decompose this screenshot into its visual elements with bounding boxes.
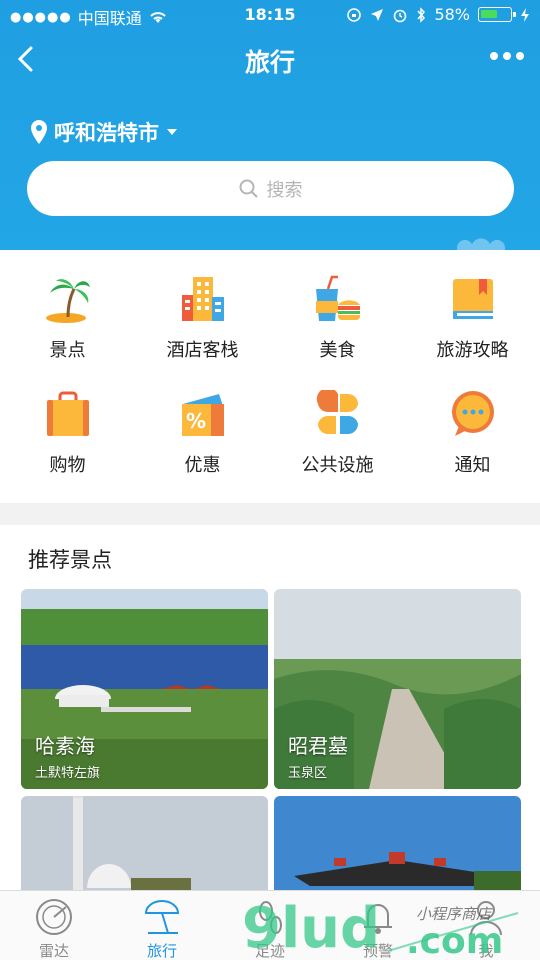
category-discounts[interactable]: % 优惠 [135, 375, 270, 485]
charging-icon [521, 7, 529, 22]
spot-card-zhaojunmu[interactable]: 昭君墓 玉泉区 [274, 589, 521, 789]
category-label: 公共设施 [301, 455, 374, 476]
rotation-lock-icon [347, 7, 362, 22]
city-selector[interactable]: 呼和浩特市 [30, 117, 179, 147]
bluetooth-icon [417, 6, 426, 23]
beach-umbrella-icon [144, 900, 180, 934]
svg-text:%: % [186, 409, 206, 433]
tab-travel[interactable]: 旅行 [108, 891, 216, 960]
city-name: 呼和浩特市 [54, 121, 159, 145]
radar-icon [36, 899, 72, 935]
location-pin-icon [31, 120, 47, 144]
search-placeholder: 搜索 [266, 179, 303, 201]
category-travel-guide[interactable]: 旅游攻略 [405, 260, 540, 370]
alarm-icon [394, 9, 407, 22]
caret-down-icon [167, 129, 177, 135]
battery-percent: 58% [434, 5, 470, 24]
location-arrow-icon [371, 8, 384, 21]
page-title: 旅行 [244, 48, 295, 77]
svg-text:9lud: 9lud [242, 896, 380, 957]
category-label: 优惠 [184, 455, 221, 476]
tab-label: 雷达 [38, 942, 69, 960]
battery-fill [481, 10, 497, 18]
category-label: 购物 [49, 455, 86, 476]
status-bar: ●●●●● 中国联通 18:15 58% [0, 0, 540, 32]
category-food[interactable]: 美食 [270, 260, 405, 370]
search-icon [239, 179, 258, 198]
section-divider [0, 503, 540, 525]
category-hotels[interactable]: 酒店客栈 [135, 260, 270, 370]
svg-text:小程序商店: 小程序商店 [416, 905, 493, 923]
category-scenic-spots[interactable]: 景点 [0, 260, 135, 370]
coupon-icon: % [182, 394, 224, 436]
category-public-facilities[interactable]: 公共设施 [270, 375, 405, 485]
header: ●●●●● 中国联通 18:15 58% 旅行 呼和浩特市 搜索 [0, 0, 540, 252]
tab-label: 旅行 [146, 942, 177, 960]
guide-book-icon [453, 279, 493, 319]
food-icon [316, 275, 361, 321]
category-notices[interactable]: 通知 [405, 375, 540, 485]
battery-icon [478, 7, 516, 22]
spot-district: 土默特左旗 [35, 766, 101, 781]
tab-radar[interactable]: 雷达 [0, 891, 108, 960]
category-label: 通知 [454, 455, 491, 476]
status-right: 58% [346, 5, 530, 24]
more-button[interactable] [490, 52, 524, 60]
category-label: 酒店客栈 [166, 340, 239, 361]
search-input[interactable]: 搜索 [27, 161, 514, 216]
spot-card-hasuhai[interactable]: 哈素海 土默特左旗 [21, 589, 268, 789]
zhaojunmu-photo [274, 589, 521, 789]
watermark-logo: 9lud .com 小程序商店 [242, 896, 519, 957]
spot-name: 哈素海 [35, 734, 95, 758]
spot-name: 昭君墓 [288, 734, 348, 758]
recommend-section-title: 推荐景点 [28, 548, 112, 572]
category-label: 美食 [319, 340, 356, 361]
hasuhai-photo [21, 589, 268, 789]
shopping-bag-icon [47, 391, 89, 436]
category-shopping[interactable]: 购物 [0, 375, 135, 485]
hotel-icon [182, 277, 224, 321]
spot-district: 玉泉区 [288, 766, 328, 781]
cloud-decoration-icon [456, 238, 506, 252]
facilities-icon [316, 390, 358, 434]
notice-bubble-icon [452, 391, 494, 436]
category-label: 旅游攻略 [436, 340, 509, 361]
category-label: 景点 [49, 340, 86, 361]
svg-text:.com: .com [406, 921, 503, 957]
palm-tree-icon [46, 279, 90, 323]
